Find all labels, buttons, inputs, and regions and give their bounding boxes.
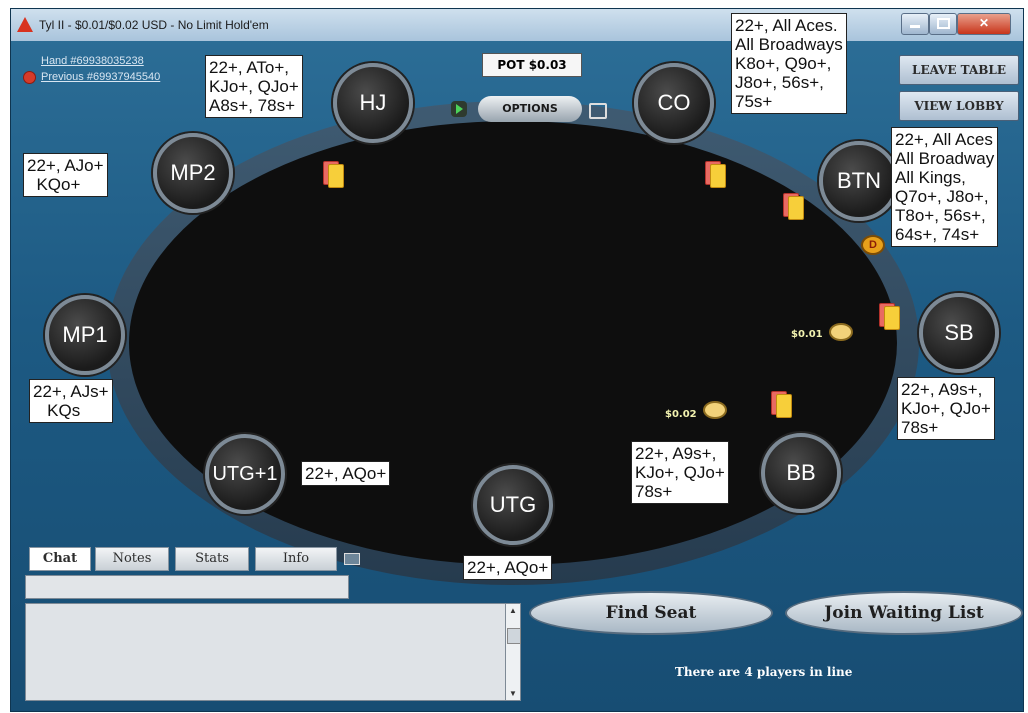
- range-note-co: 22+, All Aces. All Broadways K8o+, Q9o+,…: [731, 13, 847, 114]
- poker-table-window: Tyl II - $0.01/$0.02 USD - No Limit Hold…: [10, 8, 1024, 712]
- seat-mp1[interactable]: MP1: [45, 295, 125, 375]
- tab-info[interactable]: Info: [255, 547, 337, 571]
- scroll-up-icon[interactable]: ▲: [509, 606, 517, 615]
- find-seat-button[interactable]: Find Seat: [529, 591, 773, 635]
- title-bar: Tyl II - $0.01/$0.02 USD - No Limit Hold…: [11, 9, 1023, 41]
- chat-scrollbar[interactable]: ▲ ▼: [505, 603, 521, 701]
- chip-icon: [829, 323, 853, 341]
- range-note-utg: 22+, AQo+: [463, 555, 553, 580]
- minimize-button[interactable]: [901, 13, 929, 35]
- dealer-button-icon: D: [861, 235, 885, 255]
- chat-tabs: Chat Notes Stats Info: [19, 545, 369, 571]
- seat-utg[interactable]: UTG: [473, 465, 553, 545]
- play-icon[interactable]: [451, 101, 467, 117]
- app-icon: [17, 17, 33, 32]
- seat-co[interactable]: CO: [634, 63, 714, 143]
- tab-chat[interactable]: Chat: [29, 547, 91, 571]
- options-button[interactable]: OPTIONS: [478, 96, 582, 122]
- maximize-button[interactable]: [929, 13, 957, 35]
- seat-mp2[interactable]: MP2: [153, 133, 233, 213]
- scroll-thumb[interactable]: [507, 628, 521, 644]
- range-note-utg1: 22+, AQo+: [301, 461, 391, 486]
- window-title: Tyl II - $0.01/$0.02 USD - No Limit Hold…: [39, 18, 269, 32]
- leave-table-button[interactable]: LEAVE TABLE: [899, 55, 1019, 85]
- close-icon: ✕: [978, 16, 990, 30]
- range-note-btn: 22+, All Aces All Broadway All Kings, Q7…: [891, 127, 999, 247]
- previous-hand-link[interactable]: Previous #69937945540: [41, 71, 160, 83]
- hole-cards-co: [703, 159, 726, 188]
- hole-cards-bb: [769, 389, 792, 418]
- view-lobby-button[interactable]: VIEW LOBBY: [899, 91, 1019, 121]
- tab-stats[interactable]: Stats: [175, 547, 249, 571]
- popout-icon[interactable]: [344, 553, 360, 565]
- chat-log: [25, 603, 507, 701]
- range-note-bb: 22+, A9s+, KJo+, QJo+ 78s+: [631, 441, 729, 504]
- range-note-mp2: 22+, AJo+ KQo+: [23, 153, 108, 197]
- seat-sb[interactable]: SB: [919, 293, 999, 373]
- previous-hand-icon: [23, 71, 36, 84]
- waiting-line-status: There are 4 players in line: [675, 665, 853, 679]
- seat-bb[interactable]: BB: [761, 433, 841, 513]
- hole-cards-hj: [321, 159, 344, 188]
- range-note-sb: 22+, A9s+, KJo+, QJo+ 78s+: [897, 377, 995, 440]
- close-button[interactable]: ✕: [957, 13, 1011, 35]
- hole-cards-sb: [877, 301, 900, 330]
- pot-display: POT $0.03: [482, 53, 582, 77]
- tab-notes[interactable]: Notes: [95, 547, 169, 571]
- hole-cards-btn: [781, 191, 804, 220]
- bet-amount-sb: $0.01: [791, 329, 823, 340]
- minimize-icon: [910, 25, 920, 28]
- scroll-down-icon[interactable]: ▼: [509, 689, 517, 698]
- bet-amount-bb: $0.02: [665, 409, 697, 420]
- join-waiting-list-button[interactable]: Join Waiting List: [785, 591, 1023, 635]
- chat-input[interactable]: [25, 575, 349, 599]
- window-icon[interactable]: [589, 103, 607, 119]
- seat-hj[interactable]: HJ: [333, 63, 413, 143]
- seat-btn[interactable]: BTN: [819, 141, 899, 221]
- maximize-icon: [936, 18, 950, 29]
- range-note-hj: 22+, ATo+, KJo+, QJo+ A8s+, 78s+: [205, 55, 303, 118]
- chip-icon: [703, 401, 727, 419]
- seat-utg1[interactable]: UTG+1: [205, 434, 285, 514]
- range-note-mp1: 22+, AJs+ KQs: [29, 379, 113, 423]
- hand-number-link[interactable]: Hand #69938035238: [41, 55, 144, 67]
